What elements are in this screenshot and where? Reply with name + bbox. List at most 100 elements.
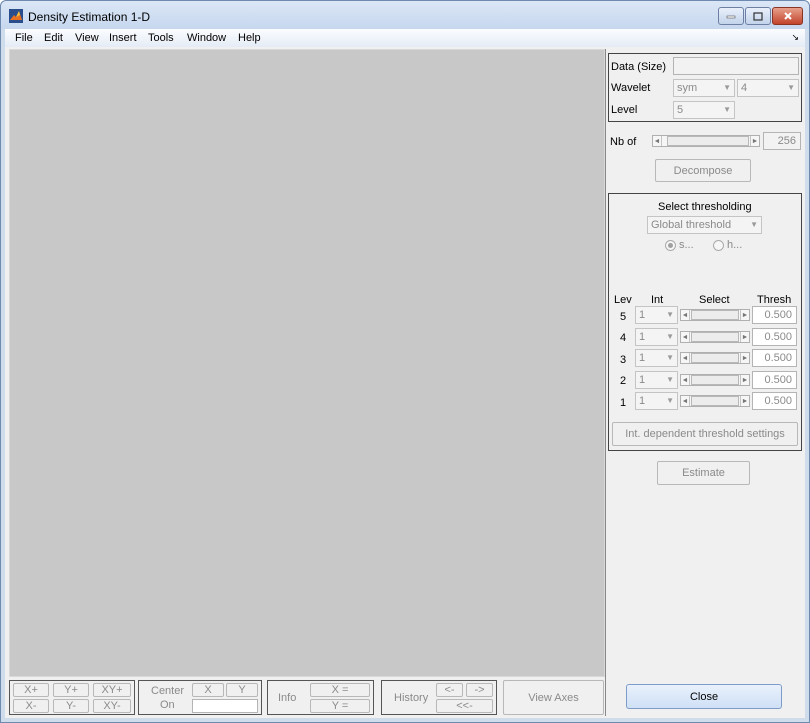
center-y-button[interactable]: Y bbox=[226, 683, 258, 697]
menu-edit[interactable]: Edit bbox=[44, 32, 63, 44]
center-on-group: Center On X Y bbox=[138, 680, 262, 715]
history-group: History <- -> <<- bbox=[381, 680, 497, 715]
axes-area bbox=[9, 49, 605, 677]
history-back-button[interactable]: <- bbox=[436, 683, 463, 697]
level-select[interactable]: 5 ▼ bbox=[673, 101, 735, 119]
menu-file[interactable]: File bbox=[15, 32, 33, 44]
slider-left-arrow-icon[interactable]: ◄ bbox=[653, 136, 662, 146]
close-icon bbox=[783, 12, 792, 20]
center-on-field[interactable] bbox=[192, 699, 258, 713]
row-int-value: 1 bbox=[639, 395, 646, 407]
menu-tools[interactable]: Tools bbox=[148, 32, 174, 44]
row-threshold-slider[interactable]: ◄ ► bbox=[680, 331, 750, 343]
slider-thumb[interactable] bbox=[691, 396, 739, 406]
slider-right-arrow-icon[interactable]: ► bbox=[740, 353, 749, 363]
estimate-button[interactable]: Estimate bbox=[657, 461, 750, 485]
hard-radio-label: h... bbox=[727, 239, 743, 251]
slider-right-arrow-icon[interactable]: ► bbox=[750, 136, 759, 146]
row-level: 4 bbox=[620, 332, 627, 344]
row-thresh-field[interactable]: 0.500 bbox=[752, 328, 797, 346]
chevron-down-icon: ▼ bbox=[787, 83, 795, 92]
slider-thumb[interactable] bbox=[691, 375, 739, 385]
hard-radio[interactable] bbox=[713, 240, 724, 251]
row-int-select[interactable]: 1 ▼ bbox=[635, 306, 678, 324]
history-first-button[interactable]: <<- bbox=[436, 699, 493, 713]
window-title: Density Estimation 1-D bbox=[28, 10, 151, 24]
slider-thumb[interactable] bbox=[667, 136, 749, 146]
soft-radio[interactable] bbox=[665, 240, 676, 251]
thresholding-panel: Select thresholding Global threshold ▼ s… bbox=[608, 193, 802, 451]
chevron-down-icon: ▼ bbox=[666, 332, 674, 341]
chevron-down-icon: ▼ bbox=[666, 353, 674, 362]
center-x-button[interactable]: X bbox=[192, 683, 224, 697]
menu-view[interactable]: View bbox=[75, 32, 99, 44]
app-window: Density Estimation 1-D File Edit View In… bbox=[0, 0, 810, 723]
chevron-down-icon: ▼ bbox=[723, 105, 731, 114]
soft-radio-label: s... bbox=[679, 239, 694, 251]
close-window-button[interactable] bbox=[772, 7, 803, 25]
menu-help[interactable]: Help bbox=[238, 32, 261, 44]
int-threshold-settings-button[interactable]: Int. dependent threshold settings bbox=[612, 422, 798, 446]
close-button[interactable]: Close bbox=[626, 684, 782, 709]
data-wavelet-panel: Data (Size) Wavelet sym ▼ 4 ▼ Level 5 ▼ bbox=[608, 53, 802, 122]
matlab-logo-icon bbox=[9, 9, 23, 23]
zoom-y-plus-button[interactable]: Y+ bbox=[53, 683, 89, 697]
row-thresh-field[interactable]: 0.500 bbox=[752, 349, 797, 367]
slider-right-arrow-icon[interactable]: ► bbox=[740, 310, 749, 320]
history-forward-button[interactable]: -> bbox=[466, 683, 493, 697]
zoom-y-minus-button[interactable]: Y- bbox=[53, 699, 89, 713]
row-threshold-slider[interactable]: ◄ ► bbox=[680, 309, 750, 321]
row-threshold-slider[interactable]: ◄ ► bbox=[680, 374, 750, 386]
slider-thumb[interactable] bbox=[691, 310, 739, 320]
decompose-button[interactable]: Decompose bbox=[655, 159, 751, 182]
wavelet-label: Wavelet bbox=[611, 82, 651, 94]
maximize-button[interactable] bbox=[745, 7, 771, 25]
history-label: History bbox=[394, 692, 429, 704]
slider-right-arrow-icon[interactable]: ► bbox=[740, 375, 749, 385]
row-thresh-field[interactable]: 0.500 bbox=[752, 392, 797, 410]
chevron-down-icon: ▼ bbox=[723, 83, 731, 92]
row-thresh-field[interactable]: 0.500 bbox=[752, 371, 797, 389]
center-on-label: On bbox=[160, 699, 175, 711]
header-thresh: Thresh bbox=[757, 294, 792, 306]
threshold-method-select[interactable]: Global threshold ▼ bbox=[647, 216, 762, 234]
slider-thumb[interactable] bbox=[691, 353, 739, 363]
nb-of-value: 256 bbox=[763, 132, 801, 150]
dock-arrow-icon[interactable]: ↘ bbox=[791, 32, 799, 43]
figure-client-area: Data (Size) Wavelet sym ▼ 4 ▼ Level 5 ▼ … bbox=[5, 47, 805, 718]
minimize-button[interactable] bbox=[718, 7, 744, 25]
row-int-select[interactable]: 1 ▼ bbox=[635, 349, 678, 367]
wavelet-family-select[interactable]: sym ▼ bbox=[673, 79, 735, 97]
menu-window[interactable]: Window bbox=[187, 32, 226, 44]
nb-of-slider[interactable]: ◄ ► bbox=[652, 135, 760, 147]
slider-left-arrow-icon[interactable]: ◄ bbox=[681, 353, 690, 363]
wavelet-family-value: sym bbox=[677, 82, 698, 94]
chevron-down-icon: ▼ bbox=[666, 396, 674, 405]
chevron-down-icon: ▼ bbox=[666, 310, 674, 319]
slider-left-arrow-icon[interactable]: ◄ bbox=[681, 310, 690, 320]
zoom-x-plus-button[interactable]: X+ bbox=[13, 683, 49, 697]
wavelet-order-select[interactable]: 4 ▼ bbox=[737, 79, 799, 97]
chevron-down-icon: ▼ bbox=[750, 220, 758, 229]
zoom-x-minus-button[interactable]: X- bbox=[13, 699, 49, 713]
slider-left-arrow-icon[interactable]: ◄ bbox=[681, 375, 690, 385]
slider-left-arrow-icon[interactable]: ◄ bbox=[681, 396, 690, 406]
slider-left-arrow-icon[interactable]: ◄ bbox=[681, 332, 690, 342]
menu-insert[interactable]: Insert bbox=[109, 32, 137, 44]
info-x-field: X = bbox=[310, 683, 370, 697]
zoom-xy-plus-button[interactable]: XY+ bbox=[93, 683, 131, 697]
row-int-value: 1 bbox=[639, 352, 646, 364]
row-threshold-slider[interactable]: ◄ ► bbox=[680, 352, 750, 364]
level-label: Level bbox=[611, 104, 638, 116]
slider-thumb[interactable] bbox=[691, 332, 739, 342]
zoom-xy-minus-button[interactable]: XY- bbox=[93, 699, 131, 713]
row-int-select[interactable]: 1 ▼ bbox=[635, 371, 678, 389]
row-int-select[interactable]: 1 ▼ bbox=[635, 392, 678, 410]
slider-right-arrow-icon[interactable]: ► bbox=[740, 332, 749, 342]
row-threshold-slider[interactable]: ◄ ► bbox=[680, 395, 750, 407]
slider-right-arrow-icon[interactable]: ► bbox=[740, 396, 749, 406]
row-thresh-field[interactable]: 0.500 bbox=[752, 306, 797, 324]
row-int-select[interactable]: 1 ▼ bbox=[635, 328, 678, 346]
view-axes-button[interactable]: View Axes bbox=[503, 680, 604, 715]
panel-divider bbox=[605, 49, 606, 716]
